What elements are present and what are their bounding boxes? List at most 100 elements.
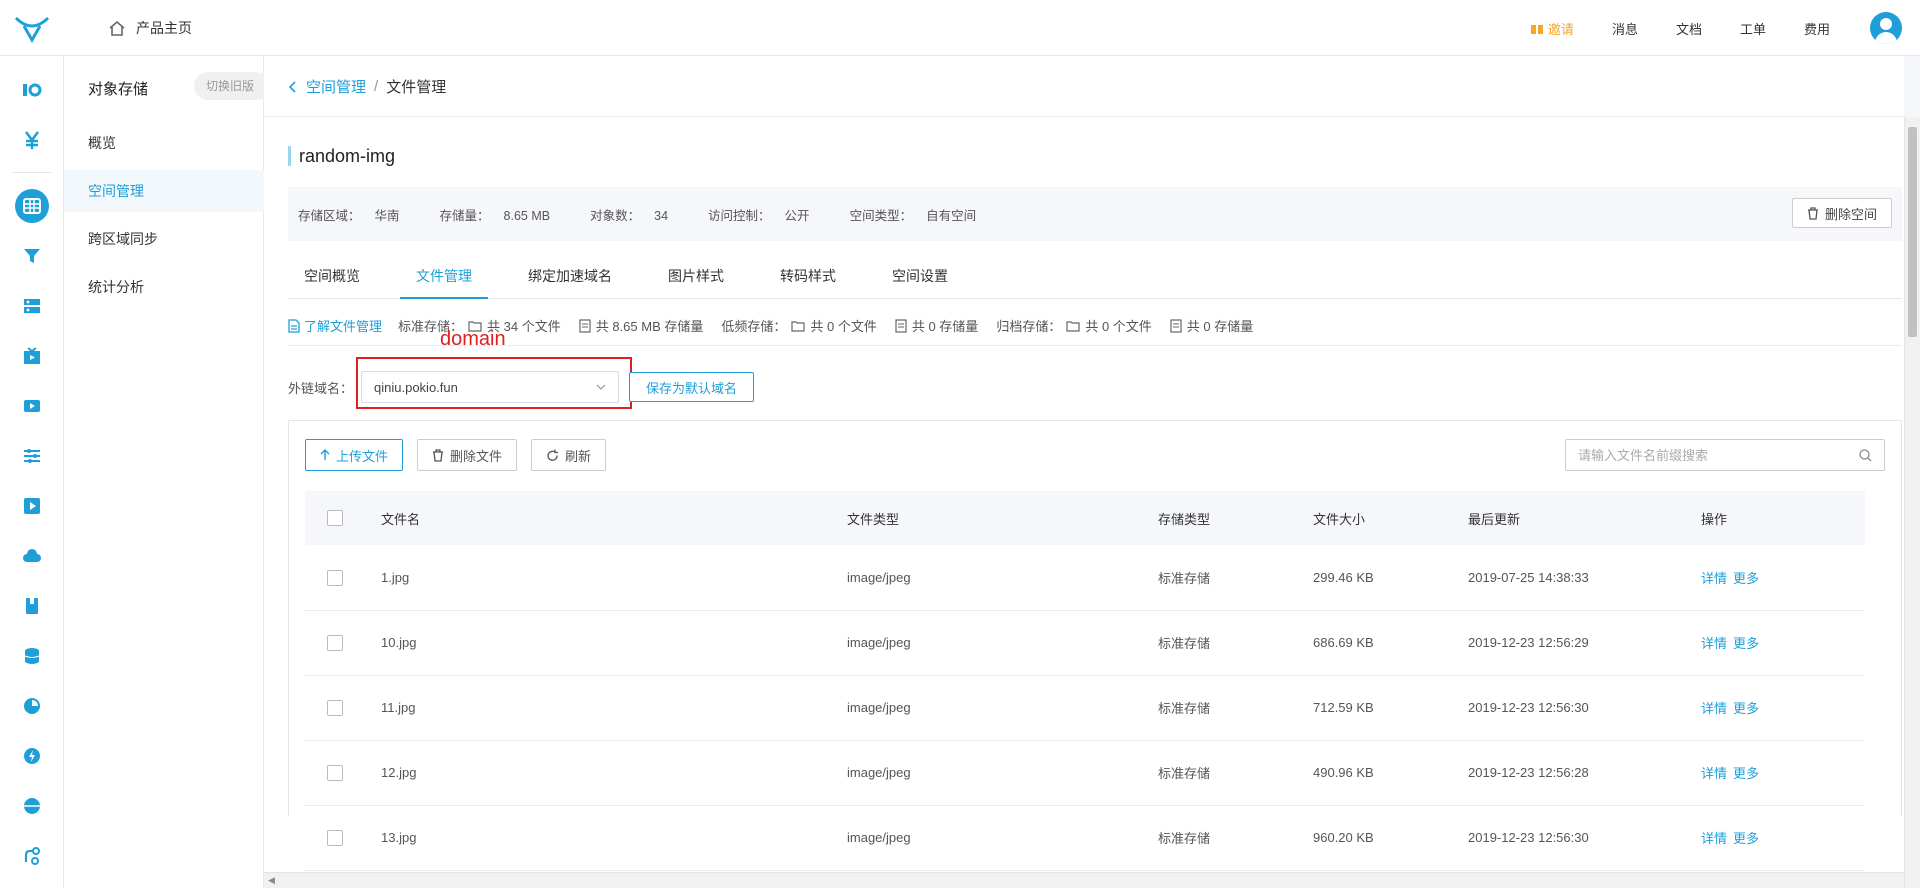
product-home-link[interactable]: 产品主页 xyxy=(108,18,192,38)
more-link[interactable]: 更多 xyxy=(1733,636,1759,651)
qiniu-logo-icon[interactable] xyxy=(12,12,52,44)
sidebar-item-space-management[interactable]: 空间管理 xyxy=(64,170,264,212)
cdn-funnel-icon[interactable] xyxy=(20,244,44,268)
breadcrumb-current: 文件管理 xyxy=(386,79,447,96)
settings-sliders-icon[interactable] xyxy=(20,444,44,468)
billing-link[interactable]: 费用 xyxy=(1804,19,1830,38)
messages-link[interactable]: 消息 xyxy=(1612,19,1638,38)
object-storage-icon[interactable] xyxy=(15,189,49,223)
space-type-info: 空间类型： 自有空间 xyxy=(850,205,977,224)
file-name-cell[interactable]: 11.jpg xyxy=(381,675,847,740)
space-type-label: 空间类型： xyxy=(849,208,913,223)
video-play-icon[interactable] xyxy=(20,494,44,518)
last-updated-cell: 2019-12-23 12:56:28 xyxy=(1468,765,1589,780)
network-icon[interactable] xyxy=(20,844,44,868)
scroll-left-arrow-icon[interactable]: ◀ xyxy=(268,875,275,886)
invite-link[interactable]: 邀请 xyxy=(1530,19,1574,38)
sidebar-item-statistics[interactable]: 统计分析 xyxy=(64,266,264,308)
delete-file-button[interactable]: 删除文件 xyxy=(417,439,518,471)
book-icon[interactable] xyxy=(20,594,44,618)
file-search-input[interactable] xyxy=(1578,447,1848,463)
upload-file-button[interactable]: 上传文件 xyxy=(305,439,404,471)
header-storage-type: 存储类型 xyxy=(1158,511,1211,527)
vertical-scrollbar-thumb[interactable] xyxy=(1908,127,1917,337)
row-checkbox[interactable] xyxy=(327,764,343,781)
save-default-domain-button[interactable]: 保存为默认域名 xyxy=(629,372,755,402)
overview-icon[interactable] xyxy=(20,78,44,102)
row-checkbox[interactable] xyxy=(327,829,343,846)
header-file-name[interactable]: 文件名 xyxy=(381,491,847,545)
learn-file-management-link[interactable]: 了解文件管理 xyxy=(288,316,382,335)
globe-icon[interactable] xyxy=(20,794,44,818)
learn-file-management-label: 了解文件管理 xyxy=(304,319,383,334)
file-name-cell[interactable]: 10.jpg xyxy=(381,610,847,675)
domain-row: 外链域名： qiniu.pokio.fun 保存为默认域名 xyxy=(288,371,755,403)
objects-info: 对象数： 34 xyxy=(590,205,668,224)
header-actions: 操作 xyxy=(1701,511,1728,527)
tab-transcode-styles[interactable]: 转码样式 xyxy=(764,256,852,299)
refresh-button[interactable]: 刷新 xyxy=(531,439,607,471)
access-label: 访问控制： xyxy=(708,208,771,223)
last-updated-cell: 2019-12-23 12:56:29 xyxy=(1468,635,1589,650)
tab-image-styles[interactable]: 图片样式 xyxy=(652,256,740,299)
bucket-tabs: 空间概览 文件管理 绑定加速域名 图片样式 转码样式 空间设置 xyxy=(288,256,1902,299)
more-link[interactable]: 更多 xyxy=(1733,766,1759,781)
ticket-link[interactable]: 工单 xyxy=(1740,19,1766,38)
file-size-cell: 490.96 KB xyxy=(1313,765,1374,780)
row-checkbox[interactable] xyxy=(327,634,343,651)
database-icon[interactable] xyxy=(20,644,44,668)
search-icon[interactable] xyxy=(1859,448,1872,462)
file-name-cell[interactable]: 12.jpg xyxy=(381,740,847,805)
arrow-up-icon xyxy=(320,449,330,460)
cloud-icon[interactable] xyxy=(20,544,44,568)
header-file-type: 文件类型 xyxy=(847,511,900,527)
more-link[interactable]: 更多 xyxy=(1733,571,1759,586)
storage-info: 存储量： 8.65 MB xyxy=(440,205,551,224)
switch-old-version-button[interactable]: 切换旧版 xyxy=(194,72,270,100)
storage-type-cell: 标准存储 xyxy=(1158,570,1211,586)
live-video-icon[interactable] xyxy=(20,344,44,368)
row-checkbox[interactable] xyxy=(327,699,343,716)
detail-link[interactable]: 详情 xyxy=(1701,831,1727,846)
tab-space-settings[interactable]: 空间设置 xyxy=(876,256,964,299)
analytics-pie-icon[interactable] xyxy=(20,694,44,718)
horizontal-scrollbar[interactable]: ◀ xyxy=(264,872,1904,888)
vertical-scrollbar[interactable] xyxy=(1904,117,1920,888)
user-avatar[interactable] xyxy=(1870,12,1902,44)
file-type-cell: image/jpeg xyxy=(847,830,911,845)
domain-annotation: domain xyxy=(440,328,506,350)
region-value: 华南 xyxy=(374,208,400,223)
breadcrumb: 空间管理 / 文件管理 xyxy=(288,76,446,97)
more-link[interactable]: 更多 xyxy=(1733,831,1759,846)
sidebar-item-overview[interactable]: 概览 xyxy=(64,122,264,164)
tab-space-overview[interactable]: 空间概览 xyxy=(288,256,376,299)
row-checkbox[interactable] xyxy=(327,569,343,586)
header-file-size: 文件大小 xyxy=(1313,511,1366,527)
detail-link[interactable]: 详情 xyxy=(1701,701,1727,716)
header-divider xyxy=(264,116,1904,117)
domain-select-value: qiniu.pokio.fun xyxy=(374,379,458,395)
media-processing-icon[interactable] xyxy=(20,394,44,418)
chevron-left-icon[interactable] xyxy=(288,80,298,93)
detail-link[interactable]: 详情 xyxy=(1701,571,1727,586)
sidebar-item-cross-region-sync[interactable]: 跨区域同步 xyxy=(64,218,264,260)
standard-storage-size-value: 共 8.65 MB 存储量 xyxy=(595,319,704,334)
select-all-checkbox[interactable] xyxy=(327,510,343,527)
tab-bind-domain[interactable]: 绑定加速域名 xyxy=(512,256,628,299)
last-updated-cell: 2019-12-23 12:56:30 xyxy=(1468,830,1589,845)
more-link[interactable]: 更多 xyxy=(1733,701,1759,716)
header-last-updated: 最后更新 xyxy=(1468,511,1521,527)
compute-icon[interactable] xyxy=(20,294,44,318)
detail-link[interactable]: 详情 xyxy=(1701,636,1727,651)
docs-link[interactable]: 文档 xyxy=(1676,19,1702,38)
bolt-icon[interactable] xyxy=(20,744,44,768)
file-name-cell[interactable]: 1.jpg xyxy=(381,545,847,610)
domain-select[interactable]: qiniu.pokio.fun xyxy=(361,371,620,403)
tab-file-management[interactable]: 文件管理 xyxy=(400,256,488,299)
breadcrumb-space-management[interactable]: 空间管理 xyxy=(306,76,366,97)
delete-file-label: 删除文件 xyxy=(450,448,503,464)
delete-space-button[interactable]: 删除空间 xyxy=(1791,198,1892,228)
detail-link[interactable]: 详情 xyxy=(1701,766,1727,781)
file-name-cell[interactable]: 13.jpg xyxy=(381,805,847,870)
billing-yen-icon[interactable] xyxy=(20,128,44,152)
